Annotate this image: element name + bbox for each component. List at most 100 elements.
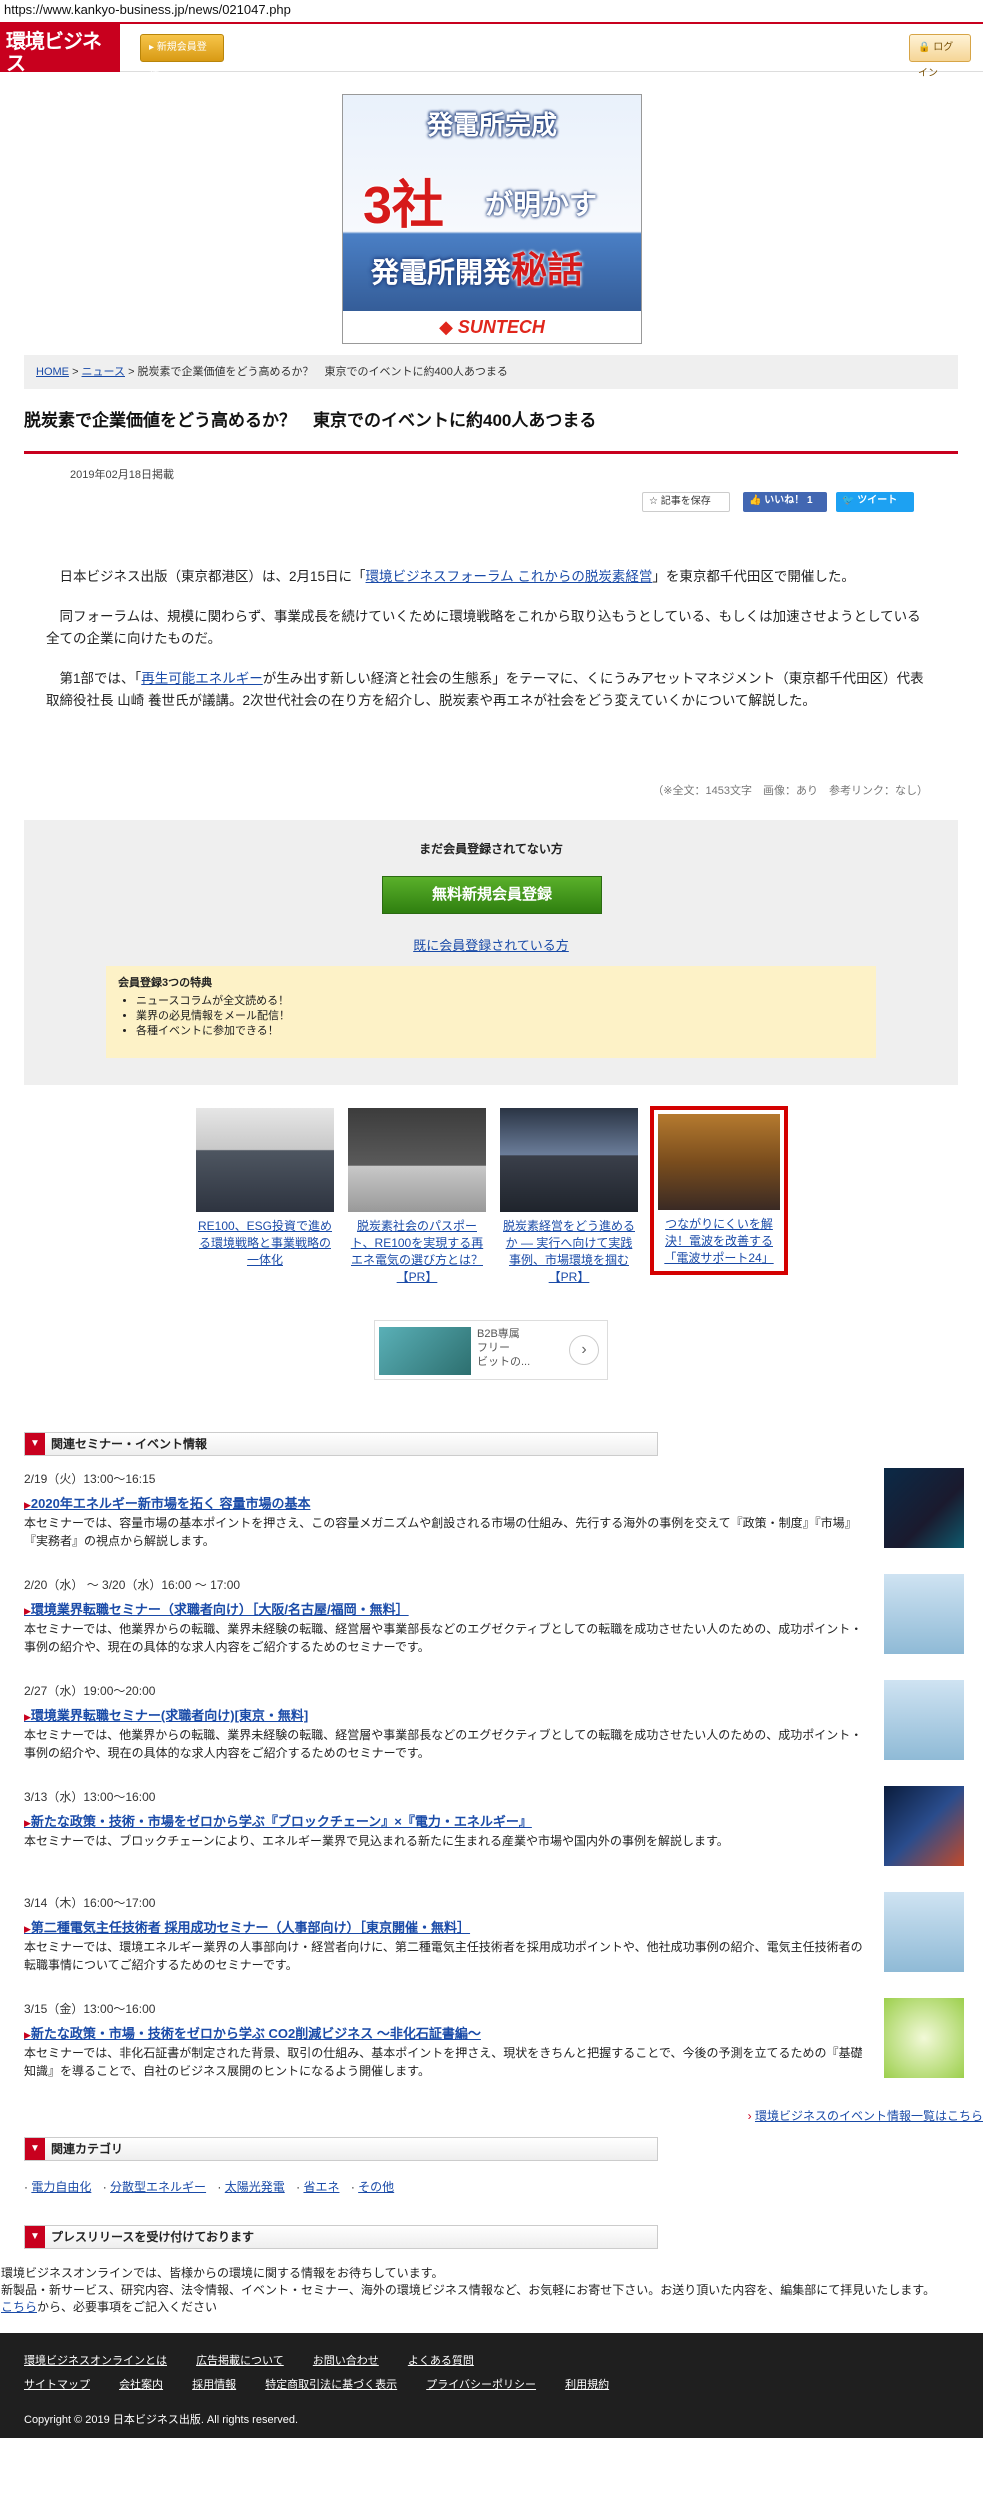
related-article-caption: RE100、ESG投資で進める環境戦略と事業戦略の一体化	[197, 1219, 333, 1267]
article-body: 日本ビジネス出版（東京都港区）は、2月15日に「環境ビジネスフォーラム これから…	[46, 566, 934, 730]
event-title-link[interactable]: ▶2020年エネルギー新市場を拓く 容量市場の基本	[24, 1493, 964, 1512]
copyright: Copyright © 2019 日本ビジネス出版. All rights re…	[24, 2414, 299, 2426]
footer-link[interactable]: 環境ビジネスオンラインとは	[24, 2349, 167, 2373]
breadcrumb-sep: >	[128, 366, 138, 378]
event-thumbnail[interactable]	[884, 1998, 964, 2078]
footer-link[interactable]: よくある質問	[408, 2349, 474, 2373]
related-article[interactable]: 脱炭素経営をどう進めるか ― 実行へ向けて実践事例、市場環境を掴む【PR】	[500, 1108, 638, 1286]
events-list-anchor[interactable]: 環境ビジネスのイベント情報一覧はこちら	[755, 2109, 983, 2123]
event-thumbnail[interactable]	[884, 1574, 964, 1654]
arrow-icon: ▶	[24, 1924, 31, 1934]
events-list-link[interactable]: › 環境ビジネスのイベント情報一覧はこちら	[748, 2107, 983, 2124]
event-desc: 本セミナーでは、環境エネルギー業界の人事部向け・経営者向けに、第二種電気主任技術…	[24, 1940, 863, 1972]
related-articles: RE100、ESG投資で進める環境戦略と事業戦略の一体化 脱炭素社会のパスポート…	[196, 1106, 796, 1298]
related-article[interactable]: 脱炭素社会のパスポート、RE100を実現する再エネ電気の選び方とは？【PR】	[348, 1108, 486, 1286]
event-item: 3/13（水）13:00～16:00 ▶新たな政策・技術・市場をゼロから学ぶ『ブ…	[24, 1786, 964, 1894]
banner-brand: ◆ SUNTECH	[343, 311, 641, 343]
chevron-down-icon: ▼	[25, 2138, 45, 2160]
category-link[interactable]: 電力自由化	[31, 2180, 91, 2194]
footer-link[interactable]: サイトマップ	[24, 2373, 90, 2397]
save-article-button[interactable]: ☆ 記事を保存	[642, 492, 730, 512]
event-title-link[interactable]: ▶環境業界転職セミナー(求職者向け)[東京・無料]	[24, 1705, 964, 1724]
benefit-item: ニュースコラムが全文読める！	[136, 994, 864, 1009]
event-thumbnail[interactable]	[884, 1680, 964, 1760]
footer-link[interactable]: お問い合わせ	[313, 2349, 379, 2373]
logo-main: 環境ビジネス	[6, 31, 102, 75]
site-footer: 環境ビジネスオンラインとは 広告掲載について お問い合わせ よくある質問 サイト…	[0, 2333, 983, 2438]
arrow-icon: ▶	[24, 1712, 31, 1722]
related-article-highlighted[interactable]: つながりにくいを解決！電波を改善する「電波サポート24」	[650, 1106, 788, 1275]
event-date: 3/14（木）16:00～17:00	[24, 1896, 156, 1910]
press-line2: 新製品・新サービス、研究内容、法令情報、イベント・セミナー、海外の環境ビジネス情…	[1, 2283, 936, 2297]
site-header: 環境ビジネス オンライン ▸ 新規会員登録 🔒 ログイン	[0, 24, 983, 85]
press-contact-link[interactable]: こちら	[1, 2300, 37, 2314]
free-register-button[interactable]: 無料新規会員登録	[382, 876, 602, 914]
event-title-link[interactable]: ▶環境業界転職セミナー（求職者向け）［大阪/名古屋/福岡・無料］	[24, 1599, 964, 1618]
article-title: 脱炭素で企業価値をどう高めるか？ 東京でのイベントに約400人あつまる	[24, 406, 958, 454]
small-ad[interactable]: B2B専属 フリー ビットの... ›	[374, 1320, 608, 1380]
already-member-link[interactable]: 既に会員登録されている方	[413, 938, 569, 953]
tweet-button[interactable]: 🐦 ツイート	[836, 492, 914, 512]
benefit-item: 業界の必見情報をメール配信！	[136, 1009, 864, 1024]
event-thumbnail[interactable]	[884, 1468, 964, 1548]
event-date: 2/19（火）13:00～16:15	[24, 1472, 156, 1486]
member-register-box: まだ会員登録されてない方 無料新規会員登録 既に会員登録されている方 会員登録3…	[24, 820, 958, 1085]
category-link[interactable]: 省エネ	[303, 2180, 339, 2194]
footer-link[interactable]: プライバシーポリシー	[426, 2373, 536, 2397]
event-date: 3/13（水）13:00～16:00	[24, 1790, 156, 1804]
article-paragraph-1: 日本ビジネス出版（東京都港区）は、2月15日に「環境ビジネスフォーラム これから…	[59, 569, 855, 584]
login-button[interactable]: 🔒 ログイン	[909, 34, 971, 79]
category-link[interactable]: 分散型エネルギー	[110, 2180, 206, 2194]
event-title-link[interactable]: ▶新たな政策・技術・市場をゼロから学ぶ『ブロックチェーン』×『電力・エネルギー』	[24, 1811, 964, 1830]
event-thumbnail[interactable]	[884, 1892, 964, 1972]
press-line3: こちらから、必要事項をご記入ください	[1, 2300, 218, 2314]
address-bar[interactable]: https://www.kankyo-business.jp/news/0210…	[0, 0, 983, 22]
event-thumbnail[interactable]	[884, 1786, 964, 1866]
url-text: https://www.kankyo-business.jp/news/0210…	[4, 2, 291, 17]
footer-link[interactable]: 会社案内	[119, 2373, 163, 2397]
event-title-link[interactable]: ▶新たな政策・市場・技術をゼロから学ぶ CO2削減ビジネス ～非化石証書編～	[24, 2023, 964, 2042]
chevron-right-icon[interactable]: ›	[569, 1335, 599, 1365]
press-line1: 環境ビジネスオンラインでは、皆様からの環境に関する情報をお待ちしています。	[1, 2266, 444, 2280]
renewable-link[interactable]: 再生可能エネルギー	[141, 671, 263, 686]
event-date: 3/15（金）13:00～16:00	[24, 2002, 156, 2016]
related-article-caption: 脱炭素社会のパスポート、RE100を実現する再エネ電気の選び方とは？【PR】	[350, 1219, 484, 1284]
category-link[interactable]: その他	[358, 2180, 394, 2194]
register-button[interactable]: ▸ 新規会員登録	[140, 34, 224, 79]
banner-line4: 発電所開発秘話	[371, 249, 584, 290]
arrow-icon: ▶	[24, 2030, 31, 2040]
event-item: 3/15（金）13:00～16:00 ▶新たな政策・市場・技術をゼロから学ぶ C…	[24, 1998, 964, 2106]
category-links: · 電力自由化 · 分散型エネルギー · 太陽光発電 · 省エネ · その他	[24, 2180, 395, 2194]
related-article-image	[196, 1108, 334, 1212]
breadcrumb-home[interactable]: HOME	[36, 366, 69, 378]
footer-link[interactable]: 利用規約	[565, 2373, 609, 2397]
section-header-events: ▼ 関連セミナー・イベント情報	[24, 1432, 658, 1456]
breadcrumb-sep: >	[72, 366, 82, 378]
event-title-link[interactable]: ▶第二種電気主任技術者 採用成功セミナー（人事部向け）［東京開催・無料］	[24, 1917, 964, 1936]
breadcrumb-current: 脱炭素で企業価値をどう高めるか？ 東京でのイベントに約400人あつまる	[137, 366, 508, 378]
event-desc: 本セミナーでは、非化石証書が制定された背景、取引の仕組み、基本ポイントを押さえ、…	[24, 2046, 863, 2078]
breadcrumb-news[interactable]: ニュース	[82, 366, 125, 378]
arrow-icon: ▶	[24, 1500, 31, 1510]
site-logo[interactable]: 環境ビジネス オンライン	[0, 24, 120, 85]
related-article-caption: 脱炭素経営をどう進めるか ― 実行へ向けて実践事例、市場環境を掴む【PR】	[502, 1219, 635, 1284]
related-article[interactable]: RE100、ESG投資で進める環境戦略と事業戦略の一体化	[196, 1108, 334, 1269]
chevron-down-icon: ▼	[25, 1433, 45, 1455]
member-benefits: 会員登録3つの特典 ニュースコラムが全文読める！ 業界の必見情報をメール配信！ …	[106, 966, 876, 1058]
banner-line1: 発電所完成	[426, 110, 557, 140]
breadcrumb: HOME > ニュース > 脱炭素で企業価値をどう高めるか？ 東京でのイベントに…	[24, 355, 958, 389]
sun-icon: ◆	[439, 317, 453, 337]
footer-link[interactable]: 特定商取引法に基づく表示	[265, 2373, 397, 2397]
chevron-right-icon: ›	[747, 2109, 752, 2123]
top-banner-ad[interactable]: 発電所完成 3社 が明かす 発電所開発秘話 ◆ SUNTECH	[342, 94, 642, 344]
event-desc: 本セミナーでは、他業界からの転職、業界未経験の転職、経営層や事業部長などのエグゼ…	[24, 1728, 863, 1760]
footer-link[interactable]: 採用情報	[192, 2373, 236, 2397]
footer-link[interactable]: 広告掲載について	[196, 2349, 284, 2373]
forum-link[interactable]: 環境ビジネスフォーラム これからの脱炭素経営	[366, 569, 653, 584]
category-link[interactable]: 太陽光発電	[225, 2180, 285, 2194]
related-article-image	[500, 1108, 638, 1212]
related-article-image	[658, 1114, 780, 1210]
small-ad-text: B2B専属 フリー ビットの...	[477, 1328, 531, 1368]
star-icon: ☆	[649, 496, 658, 507]
facebook-like-button[interactable]: 👍 いいね！ 1	[743, 492, 827, 512]
